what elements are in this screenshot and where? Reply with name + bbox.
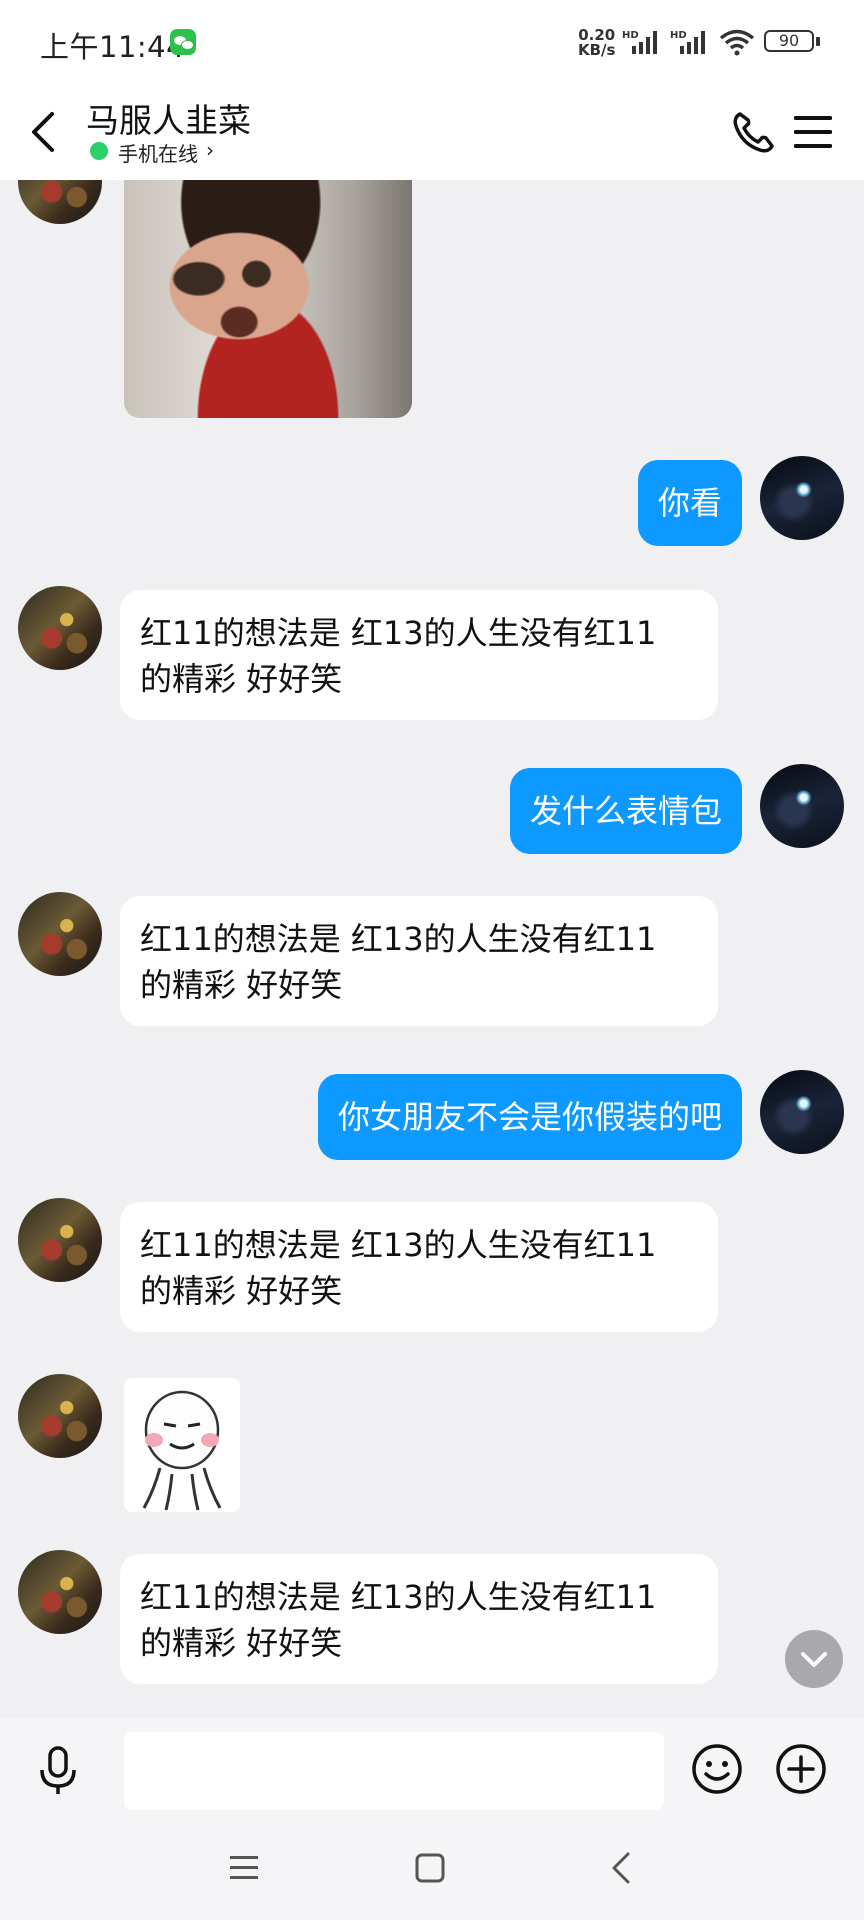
panda-face-sticker[interactable] <box>124 1378 240 1512</box>
my-avatar[interactable] <box>760 1070 844 1154</box>
message-line: 红11的想法是 红13的人生没有红11 <box>140 614 657 652</box>
wifi-icon <box>719 29 755 56</box>
friend-avatar[interactable] <box>18 1550 102 1634</box>
message-input[interactable] <box>124 1732 664 1810</box>
signal-badge-2: HD <box>670 30 687 41</box>
sent-message-bubble[interactable]: 你女朋友不会是你假装的吧 <box>317 1074 742 1160</box>
plus-icon[interactable] <box>774 1742 828 1796</box>
received-message-bubble[interactable]: 红11的想法是 红13的人生没有红11 的精彩 好好笑 <box>120 1554 718 1684</box>
friend-avatar[interactable] <box>18 586 102 670</box>
online-status-text[interactable]: 手机在线 <box>118 138 198 167</box>
received-message-bubble[interactable]: 红11的想法是 红13的人生没有红11 的精彩 好好笑 <box>120 590 718 720</box>
emoji-icon[interactable] <box>690 1742 744 1796</box>
sent-message-bubble[interactable]: 发什么表情包 <box>509 768 742 854</box>
input-bar <box>0 1718 864 1820</box>
chevron-down-icon <box>801 1652 827 1667</box>
sent-message-bubble[interactable]: 你看 <box>637 460 742 546</box>
scroll-to-bottom-button[interactable] <box>785 1630 843 1688</box>
status-bar: 上午11:44 0.20 KB/s HD HD 90 <box>0 0 864 84</box>
received-message-bubble[interactable]: 红11的想法是 红13的人生没有红11 的精彩 好好笑 <box>120 896 718 1026</box>
nav-menu-icon[interactable] <box>226 1850 262 1886</box>
friend-avatar[interactable] <box>18 892 102 976</box>
menu-icon[interactable] <box>788 108 840 156</box>
network-speed-unit: KB/s <box>578 41 616 59</box>
message-line: 的精彩 好好笑 <box>140 966 343 1004</box>
back-arrow-icon[interactable] <box>18 104 68 160</box>
signal-badge: HD <box>622 30 639 41</box>
signal-icon-2: HD <box>670 30 705 54</box>
signal-icon: HD <box>622 30 657 54</box>
system-nav-bar <box>0 1820 864 1920</box>
my-avatar[interactable] <box>760 764 844 848</box>
nav-back-icon[interactable] <box>604 1850 640 1886</box>
online-status-dot <box>90 142 108 160</box>
phone-icon[interactable] <box>726 104 782 160</box>
message-line: 的精彩 好好笑 <box>140 660 343 698</box>
panda-face-sticker-drawing <box>142 1390 222 1511</box>
network-speed: 0.20 KB/s <box>578 28 615 58</box>
wechat-notification-icon <box>170 29 196 55</box>
message-line: 红11的想法是 红13的人生没有红11 <box>140 920 657 958</box>
friend-avatar[interactable] <box>18 1198 102 1282</box>
my-avatar[interactable] <box>760 456 844 540</box>
chat-title[interactable]: 马服人韭菜 <box>86 94 251 142</box>
microphone-icon[interactable] <box>32 1742 84 1798</box>
online-status-chevron[interactable]: › <box>206 138 214 162</box>
message-line: 的精彩 好好笑 <box>140 1624 343 1662</box>
message-line: 红11的想法是 红13的人生没有红11 <box>140 1226 657 1264</box>
battery-indicator: 90 <box>764 30 814 52</box>
message-line: 的精彩 好好笑 <box>140 1272 343 1310</box>
friend-avatar[interactable] <box>18 1374 102 1458</box>
message-line: 红11的想法是 红13的人生没有红11 <box>140 1578 657 1616</box>
spider-man-meme-image[interactable] <box>124 178 412 418</box>
status-time: 上午11:44 <box>40 30 186 64</box>
battery-tip <box>816 37 820 46</box>
received-message-bubble[interactable]: 红11的想法是 红13的人生没有红11 的精彩 好好笑 <box>120 1202 718 1332</box>
chat-header-overlay: 马服人韭菜 手机在线 › <box>0 84 864 180</box>
nav-home-icon[interactable] <box>412 1850 448 1886</box>
